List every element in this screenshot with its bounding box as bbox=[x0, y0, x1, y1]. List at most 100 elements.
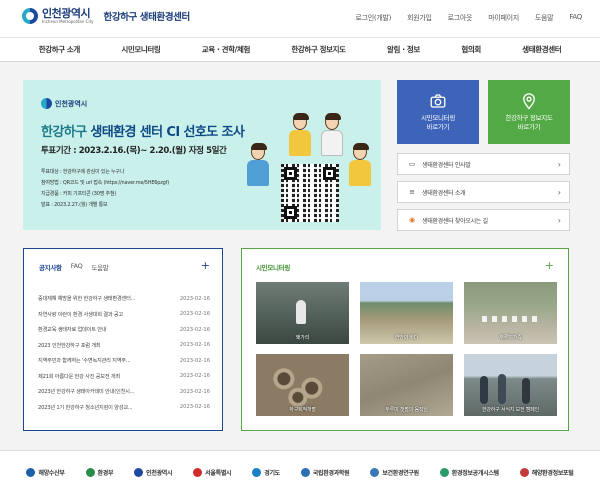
gallery-item[interactable]: 한강하구 서식지 보전 캠페인 bbox=[464, 354, 557, 416]
site-title[interactable]: 한강하구 생태환경센터 bbox=[104, 9, 191, 23]
gallery-item[interactable]: 왜가리 bbox=[256, 282, 349, 344]
nav-item-info-map[interactable]: 한강하구 정보지도 bbox=[291, 44, 346, 55]
info-map-shortcut[interactable]: 한강하구 정보지도 바로가기 bbox=[488, 80, 570, 144]
camera-icon bbox=[430, 94, 446, 108]
agency-link[interactable]: 해양환경정보포털 bbox=[519, 467, 574, 477]
center-directions-link[interactable]: ◉ 생태환경센터 찾아오시는 길 › bbox=[397, 209, 570, 231]
citizen-monitoring-shortcut-label: 시민모니터링 바로가기 bbox=[420, 114, 456, 131]
agency-link[interactable]: 서울특별시 bbox=[193, 467, 232, 477]
center-intro-link[interactable]: ≡ 생태환경센터 소개 › bbox=[397, 181, 570, 203]
tab-faq[interactable]: FAQ bbox=[71, 262, 83, 272]
logo-text: 인천광역시 bbox=[42, 7, 91, 20]
gallery-caption: 왜가리 bbox=[295, 335, 310, 341]
banner-detail-announce: 발표 : 2023.2.27.(월) 개별 통보 bbox=[41, 202, 108, 208]
main-navigation: 한강하구 소개 시민모니터링 교육 · 견학/체험 한강하구 정보지도 알림 ·… bbox=[0, 37, 600, 62]
location-icon: ◉ bbox=[408, 216, 416, 224]
chevron-right-icon: › bbox=[557, 159, 561, 169]
illustration-person bbox=[321, 113, 343, 156]
banner-details: 투표대상 : 한강하구에 관심이 있는 누구나 참여방법 : QR코드 및 ur… bbox=[41, 168, 169, 208]
agency-emblem-icon bbox=[370, 467, 380, 477]
document-icon: ▭ bbox=[408, 160, 416, 168]
list-item[interactable]: 제21회 아름다운 한강 사진 공모전 개최 2023-02-16 bbox=[38, 369, 210, 385]
center-greeting-link[interactable]: ▭ 생태환경센터 인사말 › bbox=[397, 153, 570, 175]
list-item[interactable]: 자연사랑 이런이 환경 사생대회 결과 공고 2023-02-16 bbox=[38, 307, 210, 323]
banner-period: 투표기간 : 2023.2.16.(목)~ 2.20.(월) 자정 5일간 bbox=[41, 146, 227, 156]
mypage-link[interactable]: 마이페이지 bbox=[480, 13, 527, 23]
notice-more-button[interactable]: + bbox=[201, 260, 210, 271]
incheon-emblem-icon bbox=[41, 98, 52, 109]
nav-item-monitoring[interactable]: 시민모니터링 bbox=[121, 44, 160, 55]
logo-subtext: Incheon Metropolitan City bbox=[42, 19, 94, 24]
info-map-shortcut-label: 한강하구 정보지도 바로가기 bbox=[505, 114, 553, 131]
utility-links: 로그인(개발) 회원가입 로그아웃 마이페이지 도움말 FAQ bbox=[348, 13, 590, 23]
agency-link[interactable]: 환경정보공개시스템 bbox=[439, 467, 499, 477]
monitoring-gallery: 왜가리 연안의 바다 두루미가족 하구퇴적개펄 두루미 갯펄의 움직임 한강하구… bbox=[256, 282, 557, 416]
agency-link[interactable]: 해양수산부 bbox=[26, 467, 65, 477]
list-item[interactable]: 지역주민과 함께하는 '수변녹지관리 지역주... 2023-02-16 bbox=[38, 353, 210, 369]
agency-emblem-icon bbox=[519, 467, 529, 477]
gallery-caption: 하구퇴적개펄 bbox=[289, 407, 316, 413]
agency-link[interactable]: 환경부 bbox=[85, 467, 113, 477]
illustration-person bbox=[289, 113, 311, 156]
list-item[interactable]: 환경교육 생태자료 업데이트 안내 2023-02-16 bbox=[38, 322, 210, 338]
signup-link[interactable]: 회원가입 bbox=[399, 13, 440, 23]
citizen-monitoring-shortcut[interactable]: 시민모니터링 바로가기 bbox=[397, 80, 479, 144]
nav-item-notice[interactable]: 알림 · 정보 bbox=[387, 44, 420, 55]
gallery-caption: 두루미가족 bbox=[499, 335, 522, 341]
gallery-item[interactable]: 하구퇴적개펄 bbox=[256, 354, 349, 416]
agency-emblem-icon bbox=[134, 467, 144, 477]
list-item[interactable]: 2023년 1기 한강하구 청소년지킴이 양성교... 2023-02-16 bbox=[38, 400, 210, 416]
incheon-emblem-icon bbox=[22, 8, 38, 24]
gallery-caption: 한강하구 서식지 보전 캠페인 bbox=[482, 407, 539, 413]
person-shape bbox=[498, 374, 506, 404]
illustration-person bbox=[349, 143, 371, 186]
map-pin-icon bbox=[523, 93, 535, 110]
notice-panel: 공지사항 FAQ 도움말 + 중대재해 예방을 위한 한강하구 생태환경센터..… bbox=[23, 248, 223, 431]
agency-emblem-icon bbox=[252, 467, 262, 477]
logout-link[interactable]: 로그아웃 bbox=[440, 13, 481, 23]
banner-headline: 한강하구 생태환경 센터 CI 선호도 조사 bbox=[41, 125, 245, 140]
banner-detail-target: 투표대상 : 한강하구에 관심이 있는 누구나 bbox=[41, 169, 125, 175]
notice-list: 중대재해 예방을 위한 한강하구 생태환경센터... 2023-02-16 자연사… bbox=[38, 291, 210, 415]
chevron-right-icon: › bbox=[557, 187, 561, 197]
tab-notice[interactable]: 공지사항 bbox=[39, 262, 62, 272]
agency-link[interactable]: 경기도 bbox=[252, 467, 280, 477]
monitoring-title: 시민모니터링 bbox=[256, 264, 291, 272]
nav-item-about[interactable]: 한강하구 소개 bbox=[39, 44, 81, 55]
agency-emblem-icon bbox=[193, 467, 203, 477]
banner-detail-prize: 지급경품 : 커피 기프티콘 (30명 추첨) bbox=[41, 191, 117, 197]
illustration-person bbox=[247, 143, 269, 186]
list-icon: ≡ bbox=[409, 188, 415, 196]
banner-detail-method: 참여방법 : QR코드 및 url 접속 (https://naver.me/5… bbox=[41, 180, 169, 186]
gallery-item[interactable]: 두루미 갯펄의 움직임 bbox=[360, 354, 453, 416]
login-link[interactable]: 로그인(개발) bbox=[348, 13, 400, 23]
survey-banner[interactable]: 인천광역시 한강하구 생태환경 센터 CI 선호도 조사 투표기간 : 2023… bbox=[23, 80, 381, 230]
gallery-caption: 두루미 갯펄의 움직임 bbox=[385, 407, 428, 413]
list-item[interactable]: 2023 인천한강하구 포럼 개최 2023-02-16 bbox=[38, 338, 210, 354]
qr-code[interactable] bbox=[281, 164, 339, 222]
incheon-logo[interactable]: 인천광역시 Incheon Metropolitan City 한강하구 생태환… bbox=[22, 8, 190, 24]
agency-emblem-icon bbox=[85, 467, 95, 477]
tab-help[interactable]: 도움말 bbox=[91, 262, 108, 272]
gallery-item[interactable]: 두루미가족 bbox=[464, 282, 557, 344]
nav-item-council[interactable]: 협의회 bbox=[461, 44, 481, 55]
agency-emblem-icon bbox=[439, 467, 449, 477]
list-item[interactable]: 중대재해 예방을 위한 한강하구 생태환경센터... 2023-02-16 bbox=[38, 291, 210, 307]
faq-link[interactable]: FAQ bbox=[561, 13, 590, 23]
monitoring-more-button[interactable]: + bbox=[545, 260, 554, 271]
nav-item-education[interactable]: 교육 · 견학/체험 bbox=[202, 44, 251, 55]
gallery-item[interactable]: 연안의 바다 bbox=[360, 282, 453, 344]
heron-shape bbox=[296, 300, 306, 324]
agency-link[interactable]: 보건환경연구원 bbox=[370, 467, 419, 477]
agency-link[interactable]: 국립환경과학원 bbox=[300, 467, 350, 477]
gallery-caption: 연안의 바다 bbox=[394, 335, 419, 341]
agency-emblem-icon bbox=[300, 467, 310, 477]
nav-item-center[interactable]: 생태환경센터 bbox=[522, 44, 561, 55]
chevron-right-icon: › bbox=[557, 215, 561, 225]
agency-link[interactable]: 인천광역시 bbox=[134, 467, 173, 477]
list-item[interactable]: 2023년 한강하구 생태아카데미 안내(인천시... 2023-02-16 bbox=[38, 384, 210, 400]
agency-emblem-icon bbox=[26, 467, 36, 477]
person-shape bbox=[480, 376, 488, 404]
cranes-shape bbox=[482, 316, 542, 322]
help-link[interactable]: 도움말 bbox=[527, 13, 561, 23]
